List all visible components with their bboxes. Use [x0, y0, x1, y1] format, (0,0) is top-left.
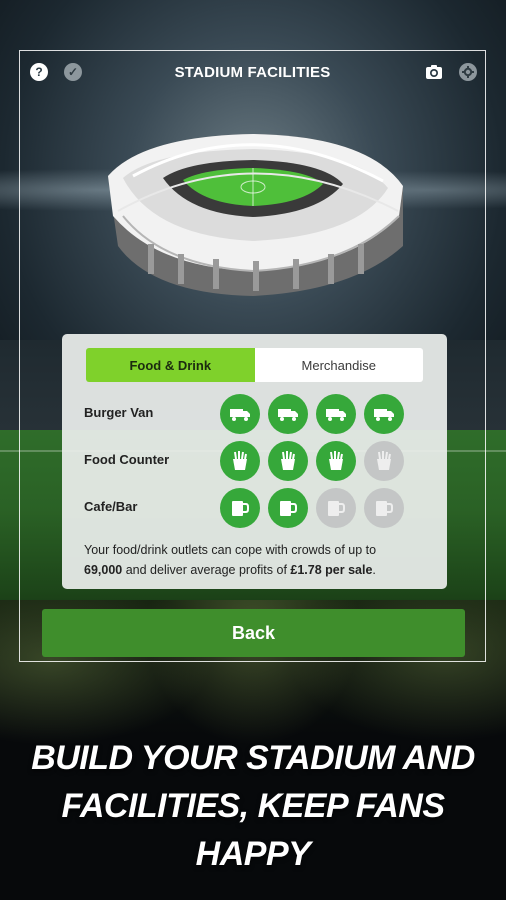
- mug-icon[interactable]: [268, 488, 308, 528]
- capacity-value: 69,000: [84, 563, 123, 577]
- stadium-facilities-window: ? ✓ STADIUM FACILITIES Food & Drink Merc…: [19, 50, 486, 662]
- facility-tabs: Food & Drink Merchandise: [86, 348, 423, 382]
- profit-value: £1.78 per sale: [290, 563, 373, 577]
- tab-merchandise[interactable]: Merchandise: [254, 348, 423, 382]
- facility-row-cafe-bar: Cafe/Bar: [84, 487, 424, 529]
- fries-icon[interactable]: [364, 441, 404, 481]
- facility-row-burger-van: Burger Van: [84, 393, 424, 435]
- facility-description: Your food/drink outlets can cope with cr…: [84, 540, 414, 580]
- level-indicators: [220, 393, 410, 435]
- tagline-line-1: BUILD YOUR STADIUM AND: [31, 739, 475, 777]
- tagline-line-2: FACILITIES, KEEP FANS HAPPY: [61, 787, 445, 873]
- mug-icon[interactable]: [364, 488, 404, 528]
- fries-icon[interactable]: [268, 441, 308, 481]
- mug-icon[interactable]: [220, 488, 260, 528]
- fries-icon[interactable]: [316, 441, 356, 481]
- description-text: .: [372, 563, 376, 577]
- facility-label: Burger Van: [84, 405, 154, 420]
- van-icon[interactable]: [316, 394, 356, 434]
- stadium-illustration: [108, 134, 403, 296]
- facility-label: Cafe/Bar: [84, 499, 138, 514]
- camera-icon[interactable]: [425, 63, 443, 81]
- description-text: and deliver average profits of: [122, 563, 291, 577]
- page-title: STADIUM FACILITIES: [174, 64, 331, 81]
- tab-food-drink[interactable]: Food & Drink: [86, 348, 255, 382]
- mug-icon[interactable]: [316, 488, 356, 528]
- settings-icon[interactable]: [459, 63, 477, 81]
- van-icon[interactable]: [220, 394, 260, 434]
- fries-icon[interactable]: [220, 441, 260, 481]
- level-indicators: [220, 487, 410, 529]
- level-indicators: [220, 440, 410, 482]
- van-icon[interactable]: [364, 394, 404, 434]
- facility-label: Food Counter: [84, 452, 170, 467]
- back-button[interactable]: Back: [42, 609, 465, 657]
- description-text: Your food/drink outlets can cope with cr…: [84, 543, 377, 557]
- facilities-panel: Food & Drink Merchandise Burger Van Food…: [62, 334, 447, 589]
- promo-tagline: BUILD YOUR STADIUM AND FACILITIES, KEEP …: [0, 734, 506, 878]
- facility-row-food-counter: Food Counter: [84, 440, 424, 482]
- van-icon[interactable]: [268, 394, 308, 434]
